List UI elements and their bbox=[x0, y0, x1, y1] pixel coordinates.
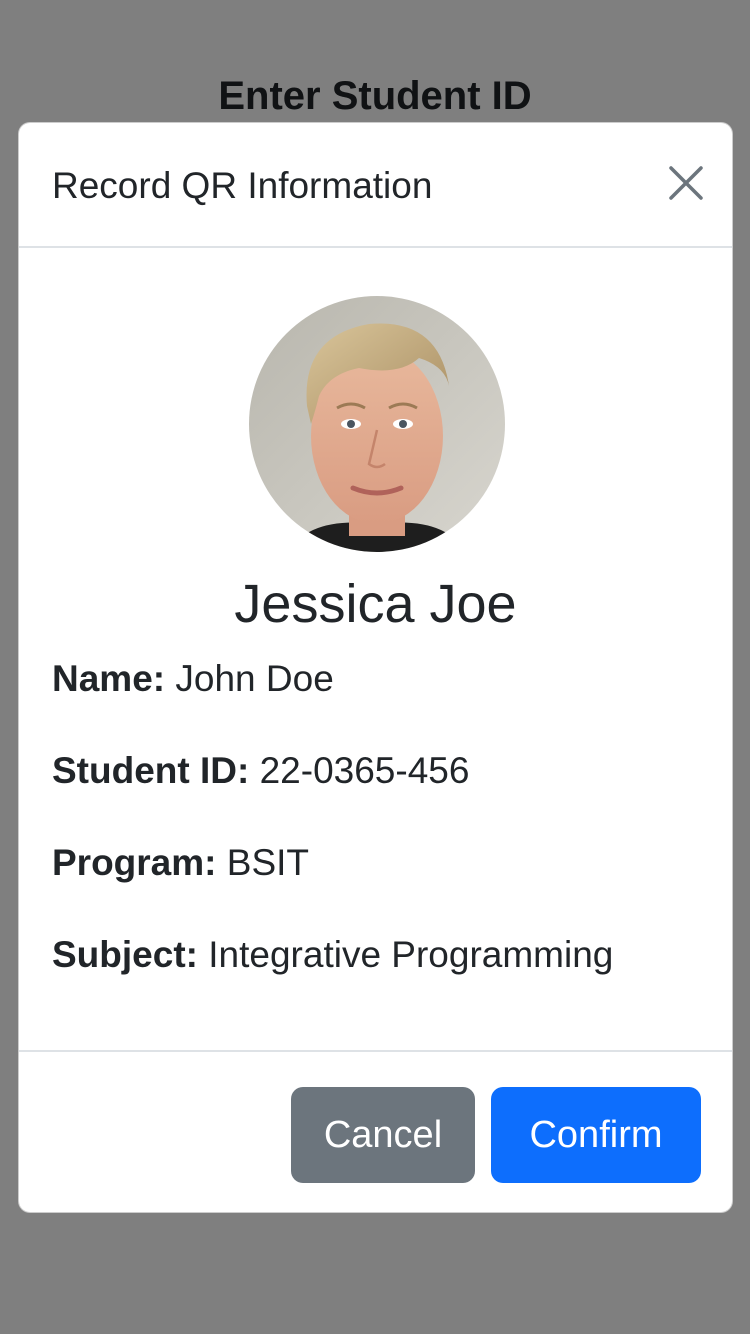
field-label: Program: bbox=[52, 842, 227, 883]
field-label: Subject: bbox=[52, 934, 209, 975]
modal-header: Record QR Information bbox=[19, 123, 732, 248]
close-icon bbox=[669, 166, 703, 200]
field-name: Name: John Doe bbox=[52, 658, 334, 700]
field-value: John Doe bbox=[175, 658, 334, 699]
record-qr-modal: Record QR Information Jessica Joe Name: … bbox=[18, 122, 733, 1213]
field-student-id: Student ID: 22-0365-456 bbox=[52, 750, 469, 792]
field-subject: Subject: Integrative Programming bbox=[52, 934, 613, 976]
field-label: Student ID: bbox=[52, 750, 260, 791]
field-value: BSIT bbox=[226, 842, 310, 883]
cancel-button[interactable]: Cancel bbox=[291, 1087, 475, 1183]
modal-footer: Cancel Confirm bbox=[19, 1050, 732, 1212]
field-program: Program: BSIT bbox=[52, 842, 309, 884]
student-display-name: Jessica Joe bbox=[234, 574, 517, 634]
modal-title: Record QR Information bbox=[52, 165, 433, 206]
close-button[interactable] bbox=[662, 159, 710, 207]
field-label: Name: bbox=[52, 658, 176, 699]
modal-body: Jessica Joe Name: John Doe Student ID: 2… bbox=[19, 248, 732, 1050]
field-value: 22-0365-456 bbox=[259, 750, 470, 791]
confirm-button[interactable]: Confirm bbox=[491, 1087, 701, 1183]
field-value: Integrative Programming bbox=[208, 934, 614, 975]
student-avatar bbox=[249, 296, 505, 552]
